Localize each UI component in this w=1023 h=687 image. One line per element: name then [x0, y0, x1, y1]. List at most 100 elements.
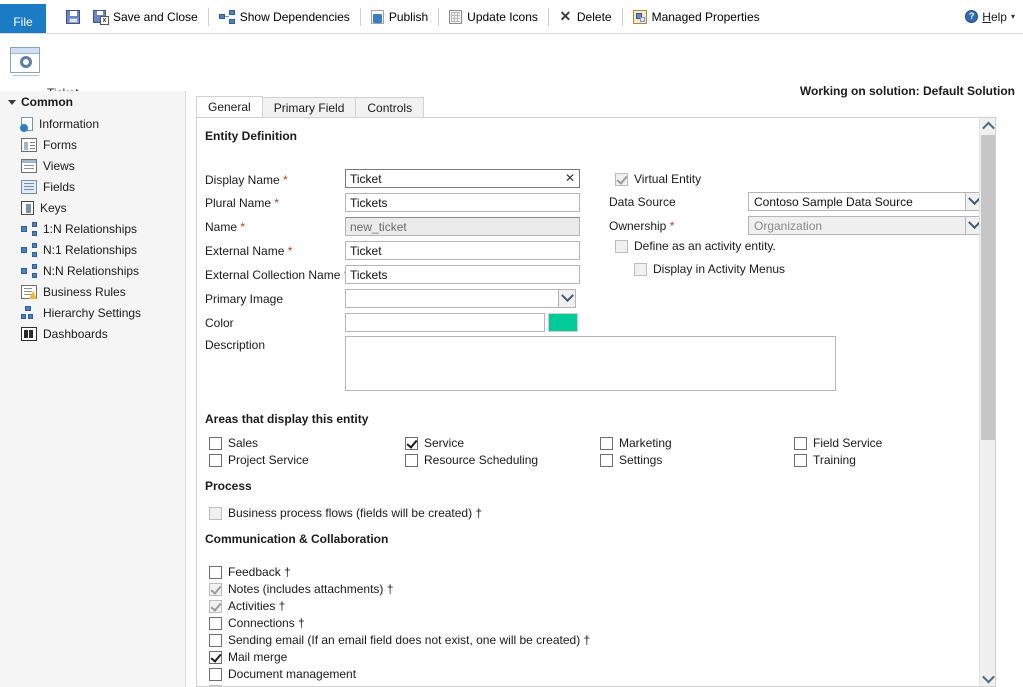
clear-display-name-icon[interactable]: ✕ [565, 172, 575, 184]
area-sales-row[interactable]: Sales [209, 436, 258, 450]
area-resource-scheduling-checkbox[interactable] [405, 454, 418, 467]
area-marketing-row[interactable]: Marketing [600, 436, 672, 450]
external-collection-name-input[interactable] [345, 265, 580, 284]
toolbar-separator [548, 8, 549, 26]
delete-x-icon: ✕ [559, 10, 572, 24]
delete-button[interactable]: ✕ Delete [552, 0, 619, 33]
file-tab[interactable]: File [0, 4, 46, 33]
notes-checkbox [209, 583, 222, 596]
sidebar-item-views[interactable]: Views [0, 155, 185, 176]
sidebar-item-nn-relationships[interactable]: N:N Relationships [0, 260, 185, 281]
define-activity-entity-checkbox-row[interactable]: Define as an activity entity. [615, 239, 776, 253]
dashboards-icon [21, 327, 37, 341]
connections-row[interactable]: Connections † [209, 616, 305, 630]
sending-email-row[interactable]: Sending email (If an email field does no… [209, 633, 590, 647]
general-tab-panel: Entity Definition Display Name * Plural … [196, 117, 996, 687]
managed-properties-button[interactable]: Managed Properties [626, 0, 767, 33]
sidebar-item-label: Information [39, 117, 99, 131]
primary-image-dropdown[interactable] [345, 289, 576, 308]
scrollbar-thumb[interactable] [981, 135, 995, 440]
business-rules-icon [21, 285, 37, 299]
plural-name-label: Plural Name * [205, 196, 279, 210]
publish-button[interactable]: Publish [364, 0, 435, 33]
plural-name-input[interactable] [345, 193, 580, 212]
sidebar-item-label: Keys [40, 201, 67, 215]
display-in-activity-menus-checkbox-row[interactable]: Display in Activity Menus [634, 262, 785, 276]
relationship-nn-icon [21, 264, 37, 278]
panel-vertical-scrollbar[interactable] [979, 118, 995, 686]
color-swatch[interactable] [548, 313, 578, 332]
areas-heading: Areas that display this entity [205, 412, 368, 426]
sidebar-item-label: Views [43, 159, 75, 173]
define-activity-entity-checkbox [615, 240, 628, 253]
area-field-service-row[interactable]: Field Service [794, 436, 882, 450]
sidebar-item-keys[interactable]: Keys [0, 197, 185, 218]
sidebar-item-label: 1:N Relationships [43, 222, 137, 236]
tab-controls[interactable]: Controls [355, 97, 424, 117]
sending-email-checkbox[interactable] [209, 634, 222, 647]
document-management-checkbox[interactable] [209, 668, 222, 681]
connections-checkbox[interactable] [209, 617, 222, 630]
area-settings-label: Settings [619, 453, 662, 467]
sidebar-item-1n-relationships[interactable]: 1:N Relationships [0, 218, 185, 239]
activities-checkbox [209, 600, 222, 613]
required-asterisk: * [280, 173, 288, 187]
scroll-up-arrow-icon[interactable] [980, 118, 996, 134]
toolbar-separator [438, 8, 439, 26]
update-icons-button[interactable]: Update Icons [442, 0, 545, 33]
external-name-input[interactable] [345, 241, 580, 260]
save-button[interactable] [56, 0, 86, 33]
area-settings-checkbox[interactable] [600, 454, 613, 467]
display-name-input[interactable] [345, 169, 580, 188]
color-input[interactable] [345, 313, 545, 332]
mail-merge-row[interactable]: Mail merge [209, 650, 287, 664]
description-textarea[interactable] [345, 336, 836, 391]
help-menu[interactable]: ? Help ▾ [965, 0, 1015, 33]
save-and-close-button[interactable]: x Save and Close [86, 0, 205, 33]
area-project-service-row[interactable]: Project Service [209, 453, 309, 467]
tab-primary-field[interactable]: Primary Field [262, 97, 357, 117]
area-settings-row[interactable]: Settings [600, 453, 662, 467]
help-label: Help [982, 10, 1007, 24]
area-training-row[interactable]: Training [794, 453, 856, 467]
mail-merge-checkbox[interactable] [209, 651, 222, 664]
ownership-label: Ownership * [609, 219, 674, 233]
scroll-down-arrow-icon[interactable] [980, 670, 996, 686]
feedback-checkbox[interactable] [209, 566, 222, 579]
hierarchy-settings-icon [21, 306, 37, 320]
sidebar-item-fields[interactable]: Fields [0, 176, 185, 197]
area-resource-scheduling-row[interactable]: Resource Scheduling [405, 453, 538, 467]
area-sales-checkbox[interactable] [209, 437, 222, 450]
show-dependencies-button[interactable]: Show Dependencies [212, 0, 357, 33]
tab-general[interactable]: General [196, 96, 263, 117]
sidebar-item-business-rules[interactable]: Business Rules [0, 281, 185, 302]
sidebar-item-n1-relationships[interactable]: N:1 Relationships [0, 239, 185, 260]
area-service-checkbox[interactable] [405, 437, 418, 450]
data-source-dropdown[interactable]: Contoso Sample Data Source [748, 192, 983, 211]
save-and-close-icon: x [93, 10, 108, 24]
sidebar-item-dashboards[interactable]: Dashboards [0, 323, 185, 344]
ribbon-toolbar: File x Save and Close Show Dependencies [0, 0, 1023, 34]
feedback-row[interactable]: Feedback † [209, 565, 291, 579]
sidebar-item-hierarchy-settings[interactable]: Hierarchy Settings [0, 302, 185, 323]
toolbar-separator [360, 8, 361, 26]
area-field-service-checkbox[interactable] [794, 437, 807, 450]
chevron-down-icon[interactable] [558, 290, 575, 307]
area-project-service-checkbox[interactable] [209, 454, 222, 467]
fields-icon [21, 180, 37, 194]
name-label: Name * [205, 220, 245, 234]
sidebar-item-label: Fields [43, 180, 75, 194]
sidebar-item-forms[interactable]: Forms [0, 134, 185, 155]
area-marketing-checkbox[interactable] [600, 437, 613, 450]
virtual-entity-checkbox [615, 173, 628, 186]
display-in-activity-menus-label: Display in Activity Menus [653, 262, 785, 276]
document-management-row[interactable]: Document management [209, 667, 356, 681]
area-service-row[interactable]: Service [405, 436, 464, 450]
virtual-entity-checkbox-row[interactable]: Virtual Entity [615, 172, 701, 186]
sidebar-group-common[interactable]: Common [0, 91, 185, 113]
area-training-checkbox[interactable] [794, 454, 807, 467]
required-asterisk: * [284, 244, 292, 258]
sidebar-item-information[interactable]: Information [0, 113, 185, 134]
process-heading: Process [205, 479, 252, 493]
define-activity-entity-label: Define as an activity entity. [634, 239, 776, 253]
